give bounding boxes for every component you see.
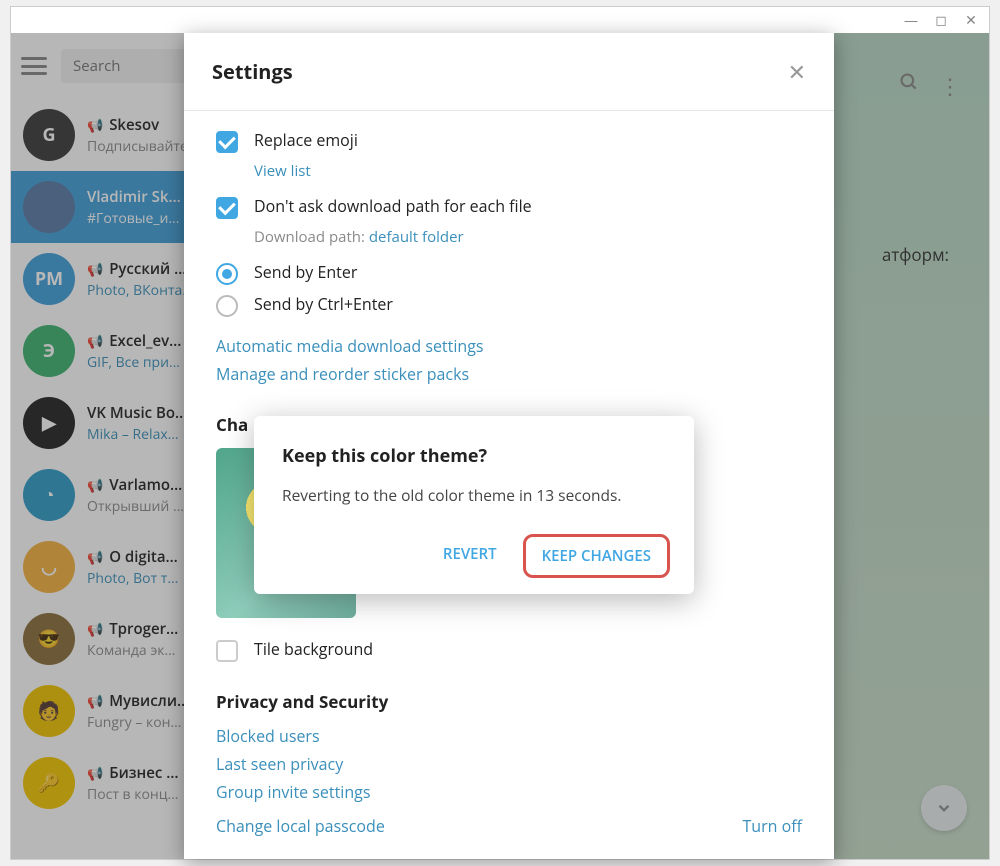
revert-button[interactable]: REVERT [427,534,513,578]
replace-emoji-checkbox[interactable] [216,131,238,153]
send-ctrl-enter-label: Send by Ctrl+Enter [254,293,393,315]
sticker-packs-link[interactable]: Manage and reorder sticker packs [216,363,802,385]
tile-background-checkbox[interactable] [216,640,238,662]
last-seen-link[interactable]: Last seen privacy [216,753,802,775]
close-window-icon[interactable]: ✕ [961,11,981,30]
download-path-checkbox[interactable] [216,197,238,219]
change-passcode-link[interactable]: Change local passcode [216,815,385,837]
dialog-body: Reverting to the old color theme in 13 s… [282,484,670,506]
replace-emoji-label: Replace emoji [254,129,358,151]
dialog-title: Keep this color theme? [282,444,670,468]
blocked-users-link[interactable]: Blocked users [216,725,802,747]
send-ctrl-enter-radio[interactable] [216,295,238,317]
minimize-icon[interactable]: — [901,11,921,30]
main-area: G📢SkesovПодписывайтесьVladimir Sk…#Готов… [11,33,989,859]
settings-title: Settings [212,58,293,85]
privacy-section: Privacy and Security [216,690,802,713]
send-enter-label: Send by Enter [254,261,357,283]
group-invite-link[interactable]: Group invite settings [216,781,802,803]
download-path-label: Don't ask download path for each file [254,195,532,217]
keep-changes-button[interactable]: KEEP CHANGES [523,534,670,578]
download-path-sub: Download path: default folder [254,227,802,247]
settings-header: Settings ✕ [184,33,834,111]
send-enter-radio[interactable] [216,263,238,285]
close-icon[interactable]: ✕ [788,57,806,87]
settings-body: Replace emoji View list Don't ask downlo… [184,111,834,859]
tile-background-label: Tile background [254,638,373,660]
view-list-link[interactable]: View list [254,161,802,181]
auto-media-link[interactable]: Automatic media download settings [216,335,802,357]
maximize-icon[interactable]: ◻ [931,11,951,30]
app-window: — ◻ ✕ G📢SkesovПодписывайтесьVladimir Sk…… [10,6,990,860]
settings-panel: Settings ✕ Replace emoji View list Don't… [184,33,834,859]
turn-off-link[interactable]: Turn off [742,815,802,837]
default-folder-link[interactable]: default folder [369,227,464,247]
titlebar: — ◻ ✕ [11,7,989,33]
keep-theme-dialog: Keep this color theme? Reverting to the … [254,416,694,594]
